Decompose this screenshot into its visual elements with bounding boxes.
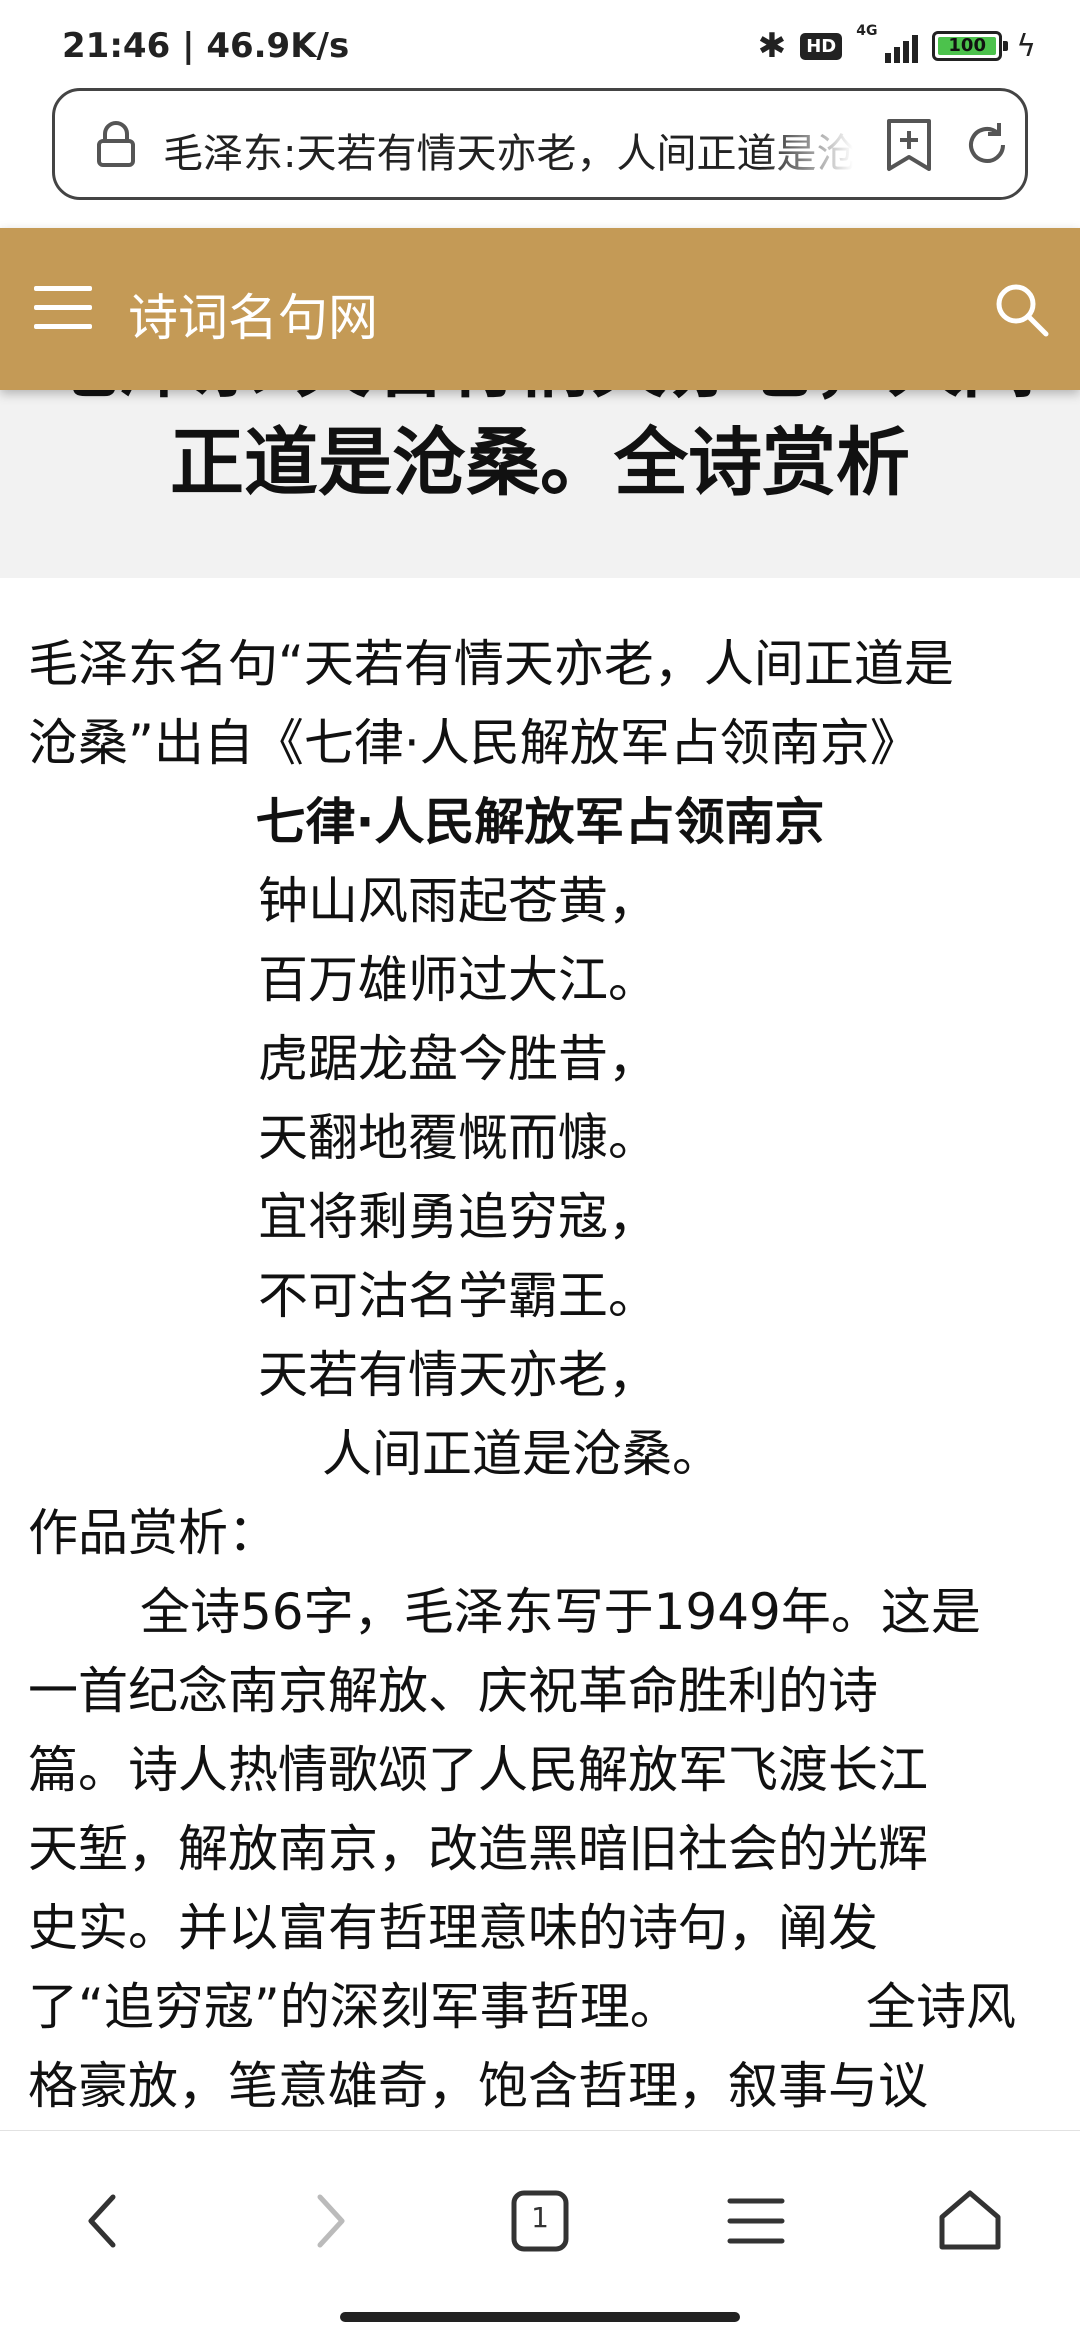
menu-lines-icon[interactable] [716, 2181, 796, 2261]
analysis-line: 天堑，解放南京，改造黑暗旧社会的光辉 [28, 1820, 928, 1878]
analysis-heading: 作品赏析： [28, 1504, 278, 1562]
intro-line: 沧桑”出自《七律·人民解放军占领南京》 [28, 714, 920, 772]
poem-line: 不可沽名学霸王。 [258, 1267, 658, 1325]
lock-icon [97, 121, 135, 167]
tabs-button[interactable]: 1 [500, 2181, 580, 2261]
intro-line: 毛泽东名句“天若有情天亦老，人间正道是 [28, 635, 954, 693]
article-title-area: 毛泽东:天若有情天亦老，人间正道是沧桑。全诗赏析 [0, 390, 1080, 578]
network-type: 4G [856, 23, 878, 39]
reload-icon[interactable] [959, 117, 1015, 173]
poem-line: 天翻地覆慨而慷。 [258, 1109, 658, 1167]
poem-line: 虎踞龙盘今胜昔， [258, 1030, 658, 1088]
site-header: 诗词名句网 [0, 228, 1080, 390]
poem-title: 七律·人民解放军占领南京 [255, 793, 825, 851]
address-bar[interactable]: 毛泽东:天若有情天亦老，人间正道是沧桑。全诗赏析 [52, 88, 1028, 200]
home-icon[interactable] [930, 2181, 1010, 2261]
article-title: 毛泽东:天若有情天亦老，人间正道是沧桑。全诗赏析 [44, 390, 1036, 506]
hd-icon: HD [800, 32, 843, 60]
poem-line: 百万雄师过大江。 [258, 951, 658, 1009]
poem-line: 人间正道是沧桑。 [322, 1425, 722, 1483]
search-icon[interactable] [990, 278, 1052, 340]
add-bookmark-icon[interactable] [881, 115, 937, 175]
home-indicator[interactable] [340, 2312, 740, 2322]
analysis-line: 史实。并以富有哲理意味的诗句，阐发 [28, 1899, 878, 1957]
charging-icon: ϟ [1016, 28, 1036, 64]
battery-level: 100 [948, 35, 986, 56]
back-icon[interactable] [65, 2181, 145, 2261]
poem-line: 钟山风雨起苍黄， [258, 872, 658, 930]
analysis-line: 全诗56字，毛泽东写于1949年。这是 [140, 1583, 981, 1641]
url-text[interactable]: 毛泽东:天若有情天亦老，人间正道是沧桑。全诗赏析 [163, 121, 853, 179]
tab-count: 1 [531, 2201, 549, 2234]
analysis-line: 全诗风 [866, 1978, 1016, 2036]
status-time: 21:46 | 46.9K/s [62, 26, 350, 66]
analysis-line: 了“追穷寇”的深刻军事哲理。 [28, 1978, 680, 2036]
analysis-line: 一首纪念南京解放、庆祝革命胜利的诗 [28, 1662, 878, 1720]
battery-icon: 100 [932, 31, 1009, 61]
analysis-line: 格豪放，笔意雄奇，饱含哲理，叙事与议 [28, 2057, 928, 2115]
status-bar: 21:46 | 46.9K/s ✱ HD 4G 100 ϟ [0, 0, 1080, 88]
bottom-nav: 1 [0, 2130, 1080, 2341]
bluetooth-icon: ✱ [757, 26, 787, 66]
signal-icon: 4G [856, 23, 919, 63]
poem-line: 宜将剩勇追穷寇， [258, 1188, 658, 1246]
status-icons: ✱ HD 4G 100 ϟ [757, 23, 1036, 68]
forward-icon[interactable] [288, 2181, 368, 2261]
site-title[interactable]: 诗词名句网 [128, 278, 378, 350]
poem-line: 天若有情天亦老， [258, 1346, 658, 1404]
menu-icon[interactable] [34, 286, 92, 330]
analysis-line: 篇。诗人热情歌颂了人民解放军飞渡长江 [28, 1741, 928, 1799]
